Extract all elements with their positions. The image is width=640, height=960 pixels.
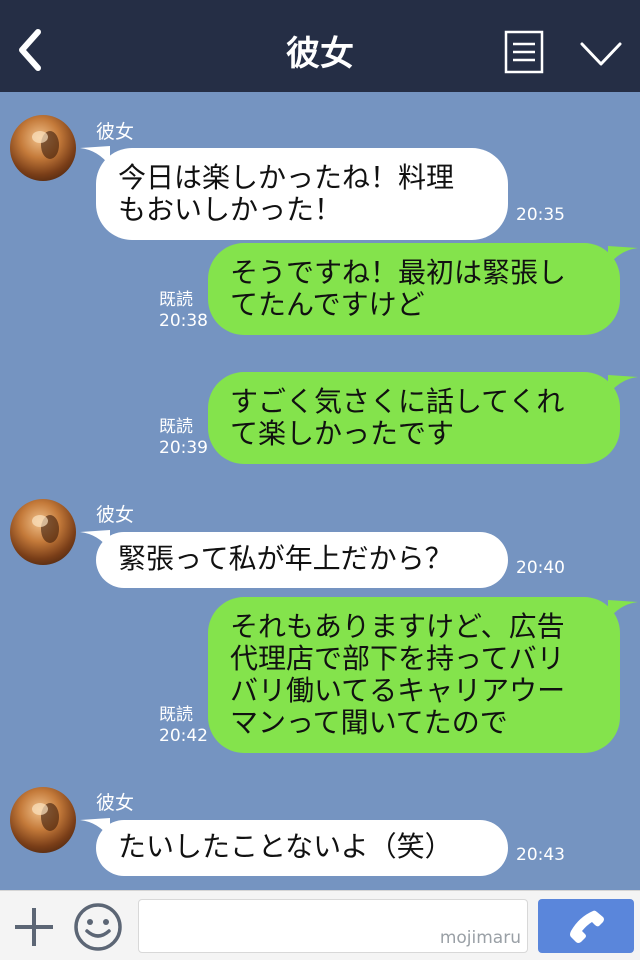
message-time: 20:42	[159, 726, 208, 746]
message-time: 20:40	[516, 558, 565, 578]
chevron-left-icon	[19, 29, 41, 71]
plus-icon	[15, 908, 53, 946]
read-receipt: 既読	[159, 290, 193, 310]
phone-icon	[570, 910, 604, 943]
message-line: たいしたことないよ（笑）	[118, 830, 453, 863]
bubble-tail	[608, 246, 638, 266]
emoji-button[interactable]	[72, 901, 124, 953]
message-line: すごく気さくに話してくれ	[230, 385, 565, 418]
chat-header: 彼女	[0, 0, 640, 92]
avatar[interactable]	[10, 787, 76, 853]
message-time: 20:43	[516, 845, 565, 865]
menu-button[interactable]	[504, 30, 544, 74]
back-button[interactable]	[8, 22, 56, 78]
message-bubble[interactable]: そうですね！最初は緊張し てたんですけど	[208, 243, 620, 335]
chat-title: 彼女	[286, 34, 354, 74]
message-line: それもありますけど、広告	[230, 610, 565, 643]
sender-name: 彼女	[96, 504, 135, 526]
call-button[interactable]	[538, 899, 634, 953]
add-button[interactable]	[12, 905, 56, 949]
message-line: マンって聞いてたので	[230, 706, 508, 739]
message-line: て楽しかったです	[230, 417, 455, 450]
message-time: 20:39	[159, 438, 208, 458]
message-line: そうですね！最初は緊張し	[230, 256, 567, 289]
message-time: 20:35	[516, 205, 565, 225]
watermark: mojimaru	[439, 928, 521, 948]
menu-icon	[504, 30, 544, 74]
message-bubble[interactable]: 今日は楽しかったね！料理 もおいしかった！	[96, 148, 508, 240]
message-time: 20:38	[159, 311, 208, 331]
avatar[interactable]	[10, 115, 76, 181]
message-bubble[interactable]: 緊張って私が年上だから？	[96, 532, 508, 588]
message-bubble[interactable]: すごく気さくに話してくれ て楽しかったです	[208, 372, 620, 464]
sender-name: 彼女	[96, 121, 135, 143]
input-bar: mojimaru	[0, 890, 640, 960]
smiley-icon	[74, 903, 122, 951]
sender-name: 彼女	[96, 792, 135, 814]
message-input[interactable]: mojimaru	[138, 899, 528, 953]
message-bubble[interactable]: たいしたことないよ（笑）	[96, 820, 508, 876]
read-receipt: 既読	[159, 705, 193, 725]
message-line: 緊張って私が年上だから？	[118, 542, 453, 575]
message-bubble[interactable]: それもありますけど、広告 代理店で部下を持ってバリ バリ働いてるキャリアウー マ…	[208, 597, 620, 753]
chevron-down-icon	[580, 42, 622, 66]
message-line: 今日は楽しかったね！料理	[118, 161, 455, 194]
bubble-tail	[608, 600, 638, 620]
message-line: てたんですけど	[230, 288, 425, 321]
bubble-tail	[608, 375, 638, 395]
message-line: バリ働いてるキャリアウー	[230, 674, 566, 707]
expand-button[interactable]	[576, 34, 626, 74]
message-line: 代理店で部下を持ってバリ	[230, 642, 565, 675]
read-receipt: 既読	[159, 417, 193, 437]
message-line: もおいしかった！	[118, 193, 343, 226]
avatar[interactable]	[10, 499, 76, 565]
